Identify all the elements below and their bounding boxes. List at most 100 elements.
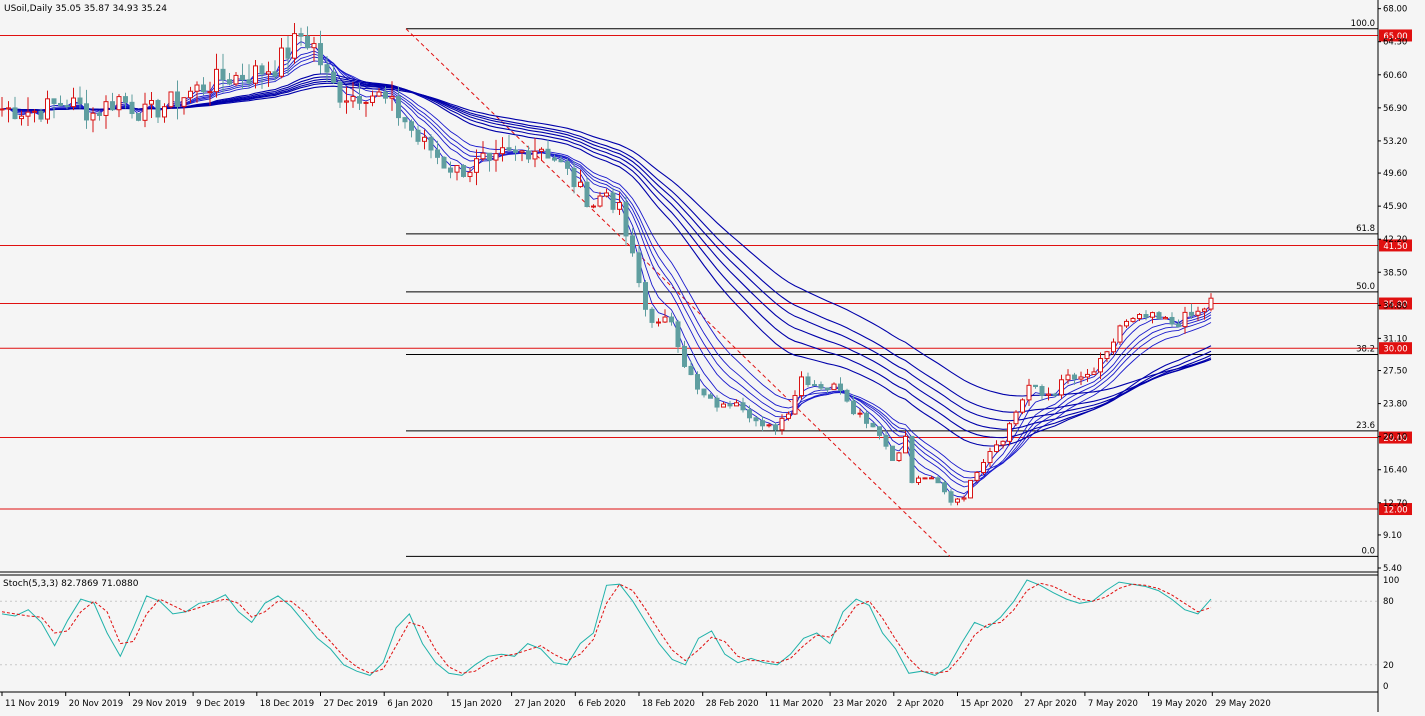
candle-body[interactable] — [129, 101, 135, 114]
candle-body[interactable] — [1020, 399, 1025, 413]
candle-body[interactable] — [220, 68, 226, 81]
candle-body[interactable] — [461, 165, 466, 177]
candle-body[interactable] — [259, 65, 265, 75]
candle-body[interactable] — [435, 149, 440, 158]
candle-body[interactable] — [103, 101, 109, 116]
candle-body[interactable] — [110, 101, 115, 111]
candle-body[interactable] — [32, 110, 37, 113]
candle-body[interactable] — [331, 71, 336, 83]
candle-body[interactable] — [487, 152, 492, 161]
candle-body[interactable] — [1059, 379, 1064, 396]
candle-body[interactable] — [227, 79, 232, 85]
candle-body[interactable] — [779, 417, 785, 431]
candle-body[interactable] — [474, 158, 479, 173]
candle-body[interactable] — [311, 43, 317, 49]
candle-body[interactable] — [279, 47, 284, 77]
candle-body[interactable] — [1007, 423, 1012, 442]
candle-body[interactable] — [883, 434, 889, 447]
candle-body[interactable] — [285, 47, 291, 59]
candle-body[interactable] — [58, 102, 63, 107]
candle-body[interactable] — [1039, 386, 1045, 396]
candle-body[interactable] — [909, 435, 915, 484]
candle-body[interactable] — [610, 192, 616, 210]
candle-body[interactable] — [1208, 297, 1214, 310]
candle-body[interactable] — [565, 161, 570, 169]
candle-body[interactable] — [175, 91, 180, 107]
candle-body[interactable] — [181, 97, 187, 107]
candle-body[interactable] — [532, 150, 538, 160]
candle-body[interactable] — [922, 477, 928, 480]
candle-body[interactable] — [142, 103, 148, 121]
candle-body[interactable] — [1104, 351, 1110, 360]
candle-body[interactable] — [513, 149, 518, 153]
candle-body[interactable] — [25, 111, 31, 117]
candle-body[interactable] — [51, 98, 57, 104]
candle-body[interactable] — [136, 112, 141, 121]
candle-body[interactable] — [981, 461, 986, 473]
candle-body[interactable] — [994, 444, 999, 453]
candle-body[interactable] — [357, 96, 362, 104]
candle-body[interactable] — [968, 479, 973, 499]
candle-body[interactable] — [961, 497, 967, 500]
candle-body[interactable] — [422, 136, 427, 142]
candle-body[interactable] — [1085, 373, 1090, 378]
candle-body[interactable] — [19, 115, 24, 120]
candle-body[interactable] — [708, 394, 713, 399]
candle-body[interactable] — [324, 64, 330, 73]
candle-body[interactable] — [948, 491, 954, 503]
chart-window[interactable]: 100.0 61.8 50.0 38.2 23.6 0.0 65.00 41.50 35.00… — [0, 0, 1425, 712]
candle-body[interactable] — [1163, 316, 1168, 320]
candle-body[interactable] — [649, 308, 655, 323]
candle-body[interactable] — [805, 376, 811, 386]
candle-body[interactable] — [929, 477, 934, 480]
candle-body[interactable] — [1072, 374, 1077, 380]
candle-body[interactable] — [584, 181, 590, 207]
candle-body[interactable] — [675, 321, 681, 348]
candle-body[interactable] — [233, 74, 239, 85]
candle-body[interactable] — [643, 282, 648, 310]
candle-body[interactable] — [1026, 384, 1032, 401]
candle-body[interactable] — [916, 477, 921, 484]
candle-body[interactable] — [155, 100, 161, 118]
candle-body[interactable] — [747, 409, 752, 419]
candle-body[interactable] — [246, 79, 252, 84]
candle-body[interactable] — [701, 388, 707, 396]
candle-body[interactable] — [630, 235, 635, 254]
candle-body[interactable] — [617, 202, 622, 210]
candle-body[interactable] — [1078, 376, 1084, 380]
candle-body[interactable] — [987, 451, 993, 463]
candle-body[interactable] — [116, 96, 122, 111]
candle-body[interactable] — [877, 426, 882, 436]
candle-body[interactable] — [734, 402, 739, 407]
chart-svg[interactable]: 100.061.850.038.223.60.0 65.0041.5035.00… — [0, 0, 1425, 712]
candle-body[interactable] — [955, 498, 960, 503]
candle-body[interactable] — [896, 452, 902, 461]
candle-body[interactable] — [90, 112, 96, 121]
candle-body[interactable] — [337, 81, 343, 103]
candle-body[interactable] — [500, 147, 505, 155]
candle-body[interactable] — [1117, 325, 1123, 343]
candle-body[interactable] — [493, 153, 499, 161]
candle-body[interactable] — [831, 383, 837, 391]
candle-body[interactable] — [162, 106, 167, 118]
candle-body[interactable] — [786, 413, 791, 419]
candle-body[interactable] — [526, 150, 531, 160]
candle-body[interactable] — [214, 68, 219, 93]
candle-body[interactable] — [454, 165, 460, 173]
candle-body[interactable] — [1124, 320, 1129, 327]
candle-body[interactable] — [688, 365, 694, 376]
candle-body[interactable] — [623, 202, 629, 237]
candle-body[interactable] — [0, 108, 5, 111]
candle-body[interactable] — [571, 167, 577, 188]
candle-body[interactable] — [851, 400, 856, 415]
candle-body[interactable] — [1033, 384, 1038, 388]
candle-body[interactable] — [766, 424, 772, 427]
candle-body[interactable] — [539, 148, 544, 152]
candle-body[interactable] — [1156, 312, 1162, 320]
candle-body[interactable] — [974, 471, 980, 481]
candle-body[interactable] — [753, 417, 759, 422]
candle-body[interactable] — [1130, 317, 1136, 322]
candle-body[interactable] — [597, 195, 603, 207]
candle-body[interactable] — [760, 420, 765, 427]
candle-body[interactable] — [194, 84, 200, 92]
